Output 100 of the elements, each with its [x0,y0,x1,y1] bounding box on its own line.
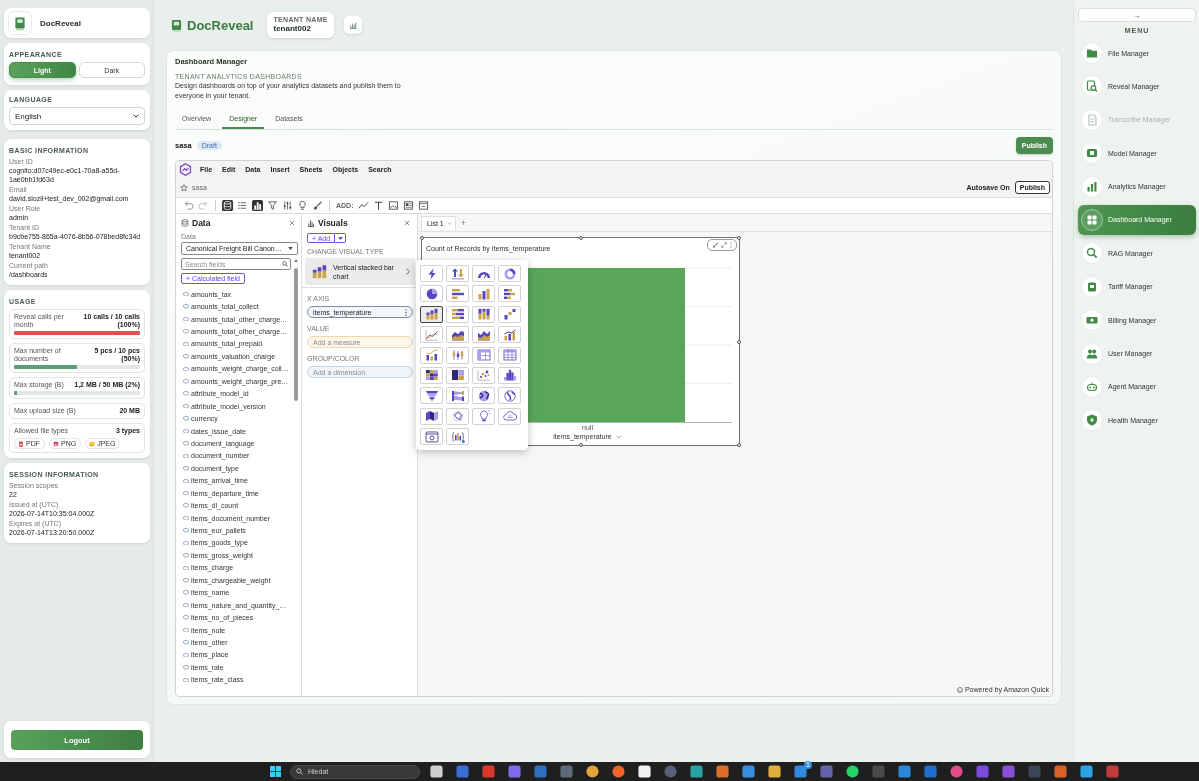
field-icon [183,416,189,421]
field-icon [183,441,189,446]
line-chart-icon [424,328,439,341]
app-icon[interactable] [586,765,599,778]
document-icon [1081,108,1103,131]
field-icon [183,553,189,558]
visual-type-button[interactable] [420,305,443,323]
caret-up-icon [293,259,298,262]
field-icon [183,304,189,309]
area-chart-icon [450,328,465,341]
robot-icon [1081,375,1103,398]
pie-chart-icon [424,287,439,300]
window-icon[interactable] [417,200,429,211]
field-icon [183,590,189,595]
expand-icon[interactable] [721,242,727,248]
funnel-icon [424,389,439,402]
chevron-down-icon [615,434,622,439]
bar-chart-icon [348,21,357,29]
four-squares-icon[interactable] [270,766,281,777]
sankey-icon [450,389,465,402]
folded-map-icon [424,410,439,423]
logo-icon [171,18,182,32]
field-icon [183,428,189,434]
text-tool-icon[interactable] [372,200,384,211]
resize-handle[interactable] [737,339,741,344]
pivot-table-icon [476,349,491,362]
resize-handle[interactable] [737,236,741,240]
stacked-area-chart-icon [476,328,491,341]
folder-icon [1081,42,1103,64]
database-icon[interactable] [222,200,233,211]
bar-chart-icon [307,219,315,227]
image-icon[interactable] [387,200,399,211]
add-menu-button[interactable] [335,233,347,243]
stacked-horizontal-bar-icon [450,308,465,321]
stacked-horizontal-bar-icon [502,287,517,300]
search-icon [282,261,288,267]
language-select[interactable]: English [9,107,145,125]
field-icon [183,354,189,359]
radar-chart-icon [450,410,465,423]
tenant-name: tenant002 [273,24,312,34]
field-icon [183,515,189,521]
horizontal-bar-chart-icon [450,287,465,300]
app-icon[interactable] [638,765,651,778]
field-icon [183,602,189,608]
window-frame-icon [424,430,439,443]
bar-chart-icon[interactable] [252,200,263,211]
shield-icon [1081,409,1103,432]
close-icon[interactable] [289,220,295,226]
lightbulb-icon[interactable] [297,200,308,211]
field-icon [183,403,189,409]
bar-line-chart-icon [502,328,517,341]
line-chart-icon[interactable] [357,200,369,211]
chevron-right-icon [406,268,410,275]
filter-icon[interactable] [267,200,278,211]
search-icon [296,768,303,775]
field-icon [183,366,189,372]
app-icon[interactable] [846,765,859,778]
caret-down-icon [337,236,343,240]
field-icon [183,665,189,670]
field-icon [183,652,189,658]
stacked-column-chart-icon [476,308,491,321]
donut-chart-icon [502,267,517,280]
globe-icon [476,389,491,402]
field-icon [183,503,189,508]
analytics-button[interactable] [343,16,362,34]
paint-brush-icon[interactable] [712,242,718,248]
resize-handle[interactable] [737,443,741,447]
image-text-icon[interactable] [402,200,414,211]
star-icon[interactable] [180,183,188,192]
bar-line-chart-icon [424,349,439,362]
field-icon [183,329,189,334]
field-icon [183,615,189,620]
field-icon [183,640,189,645]
field-icon [183,528,189,533]
chevron-down-icon [133,114,139,118]
sliders-icon[interactable] [282,200,293,211]
magnifier-icon [1081,242,1103,265]
field-icon [183,565,189,571]
app-icon[interactable] [768,765,781,778]
app-icon[interactable] [1080,765,1093,778]
resize-handle[interactable] [420,236,424,240]
box-plot-icon [450,349,465,362]
resize-handle[interactable] [578,236,583,240]
document-search-icon [1081,75,1103,98]
brand-name: DocReveal [187,17,254,33]
field-icon [183,540,189,546]
app-icon[interactable] [430,765,443,778]
grid-icon [1081,208,1103,231]
database-icon [181,219,189,227]
card-icon [1081,275,1103,298]
pane-title: Data [192,218,211,228]
stacked-bar-chart-icon [311,264,328,279]
field-icon [183,391,189,396]
banknote-icon [1081,309,1103,332]
field-icon [183,466,189,471]
add-sheet-button[interactable]: + [460,217,466,228]
resize-handle[interactable] [578,443,583,447]
list-icon[interactable] [237,200,248,211]
paint-brush-icon[interactable] [312,200,323,211]
close-icon[interactable] [404,220,410,226]
